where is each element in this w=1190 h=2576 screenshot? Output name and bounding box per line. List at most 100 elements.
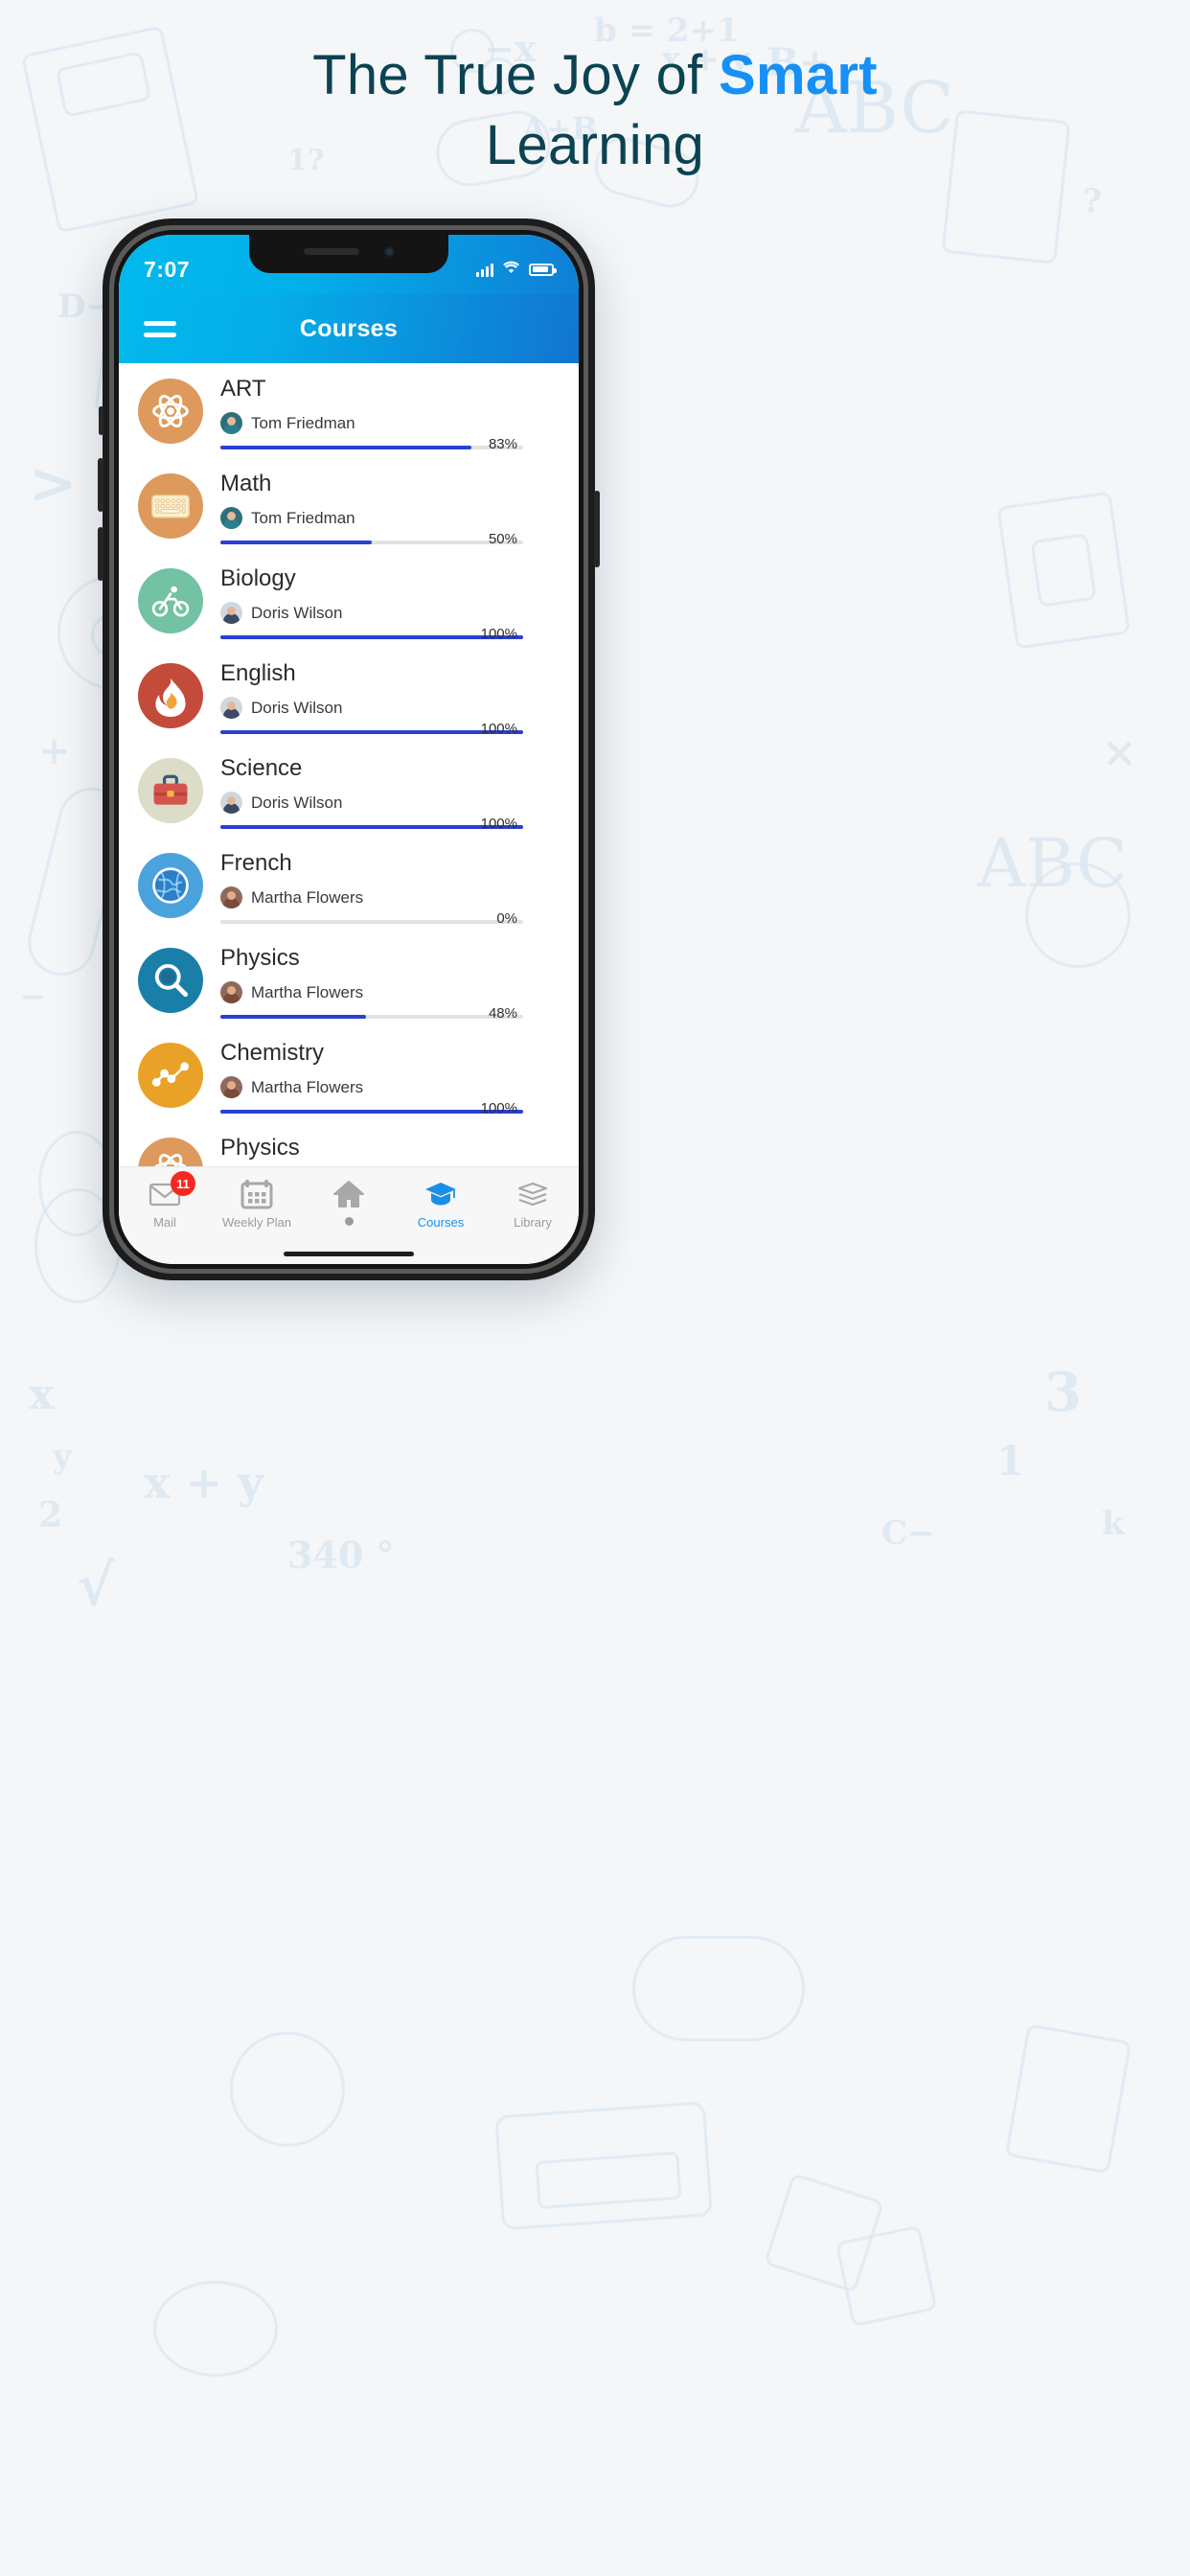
teacher-row: Doris Wilson [220, 602, 571, 625]
battery-icon [529, 263, 557, 276]
front-camera [383, 245, 395, 257]
progress-track: 0% [220, 910, 523, 927]
progress-percent: 50% [488, 531, 517, 547]
globe-icon [138, 853, 203, 918]
signal-bars-icon [476, 263, 493, 277]
course-row[interactable]: Math Tom Friedman 50% [119, 458, 579, 553]
page-title: Courses [299, 314, 399, 342]
avatar [220, 697, 242, 720]
teacher-row: Tom Friedman [220, 507, 571, 530]
progress-fill [220, 1015, 366, 1019]
home-icon [332, 1179, 365, 1209]
app-header: Courses [119, 294, 579, 363]
course-name: Physics [220, 945, 300, 971]
graduation-cap-icon [424, 1179, 457, 1209]
headline-accent-word: Smart [718, 44, 878, 106]
tab-home[interactable] [303, 1179, 395, 1226]
progress-percent: 100% [480, 721, 517, 737]
headline-line2: Learning [485, 114, 705, 177]
tab-library[interactable]: Library [487, 1179, 579, 1230]
briefcase-icon [138, 758, 203, 823]
avatar [220, 886, 242, 909]
tab-label: Mail [153, 1215, 176, 1230]
course-name: Physics [220, 1135, 300, 1161]
avatar [220, 1076, 242, 1099]
course-info: Math Tom Friedman [203, 470, 579, 530]
course-info: Physics Doris Wilson [203, 1134, 579, 1166]
course-info: French Martha Flowers [203, 849, 579, 909]
tab-weekly-plan[interactable]: Weekly Plan [211, 1179, 303, 1230]
teacher-name: Tom Friedman [251, 413, 355, 432]
course-info: English Doris Wilson [203, 659, 579, 720]
course-info: Physics Martha Flowers [203, 944, 579, 1004]
progress-percent: 100% [480, 626, 517, 642]
progress-track: 100% [220, 721, 523, 737]
tab-label: Weekly Plan [221, 1215, 291, 1230]
books-icon [516, 1179, 549, 1209]
status-time: 7:07 [144, 256, 191, 282]
course-row[interactable]: English Doris Wilson 100% [119, 648, 579, 743]
teacher-name: Martha Flowers [251, 1077, 364, 1096]
course-name: English [220, 660, 296, 686]
course-row[interactable]: French Martha Flowers 0% [119, 838, 579, 932]
avatar [220, 792, 242, 815]
teacher-row: Martha Flowers [220, 1076, 571, 1099]
home-indicator-dot [344, 1217, 354, 1226]
progress-percent: 100% [480, 1100, 517, 1116]
course-name: ART [220, 376, 266, 402]
course-info: ART Tom Friedman [203, 375, 579, 435]
progress-percent: 83% [488, 436, 517, 452]
course-row[interactable]: Physics Doris Wilson 100% [119, 1122, 579, 1166]
teacher-row: Doris Wilson [220, 792, 571, 815]
progress-track: 50% [220, 531, 523, 547]
phone-mute-switch[interactable] [99, 406, 103, 435]
hamburger-menu-icon[interactable] [144, 314, 176, 344]
headline-line1-pre: The True Joy of [312, 44, 719, 106]
progress-percent: 48% [488, 1005, 517, 1022]
earpiece-speaker [303, 247, 359, 255]
teacher-name: Martha Flowers [251, 887, 364, 907]
phone-screen: 7:07 Courses ART Tom Friedman 83% Math T… [119, 235, 579, 1264]
course-name: Biology [220, 565, 296, 591]
course-list[interactable]: ART Tom Friedman 83% Math Tom Friedman 5… [119, 363, 579, 1166]
phone-power-button[interactable] [594, 491, 600, 567]
course-name: Math [220, 471, 272, 496]
progress-fill [220, 446, 472, 449]
atom-icon [138, 1138, 203, 1166]
home-indicator [284, 1252, 414, 1256]
bottom-tab-bar[interactable]: 11 Mail Weekly Plan Courses Library [119, 1166, 579, 1264]
progress-track: 48% [220, 1005, 523, 1022]
course-row[interactable]: Biology Doris Wilson 100% [119, 553, 579, 648]
course-info: Science Doris Wilson [203, 754, 579, 815]
teacher-row: Martha Flowers [220, 886, 571, 909]
progress-track: 100% [220, 626, 523, 642]
course-name: Chemistry [220, 1040, 325, 1066]
course-row[interactable]: ART Tom Friedman 83% [119, 363, 579, 458]
calendar-icon [240, 1179, 273, 1209]
flame-icon [138, 663, 203, 728]
phone-volume-up-button[interactable] [98, 458, 103, 512]
course-name: French [220, 850, 292, 876]
phone-volume-down-button[interactable] [98, 527, 103, 581]
avatar [220, 412, 242, 435]
course-row[interactable]: Chemistry Martha Flowers 100% [119, 1027, 579, 1122]
status-icons [476, 250, 557, 279]
wifi-icon [502, 260, 520, 279]
teacher-row: Tom Friedman [220, 412, 571, 435]
phone-mockup: 7:07 Courses ART Tom Friedman 83% Math T… [98, 218, 600, 1280]
course-info: Chemistry Martha Flowers [203, 1039, 579, 1099]
teacher-name: Doris Wilson [251, 793, 343, 812]
avatar [220, 602, 242, 625]
tab-courses[interactable]: Courses [395, 1179, 487, 1230]
teacher-row: Martha Flowers [220, 981, 571, 1004]
progress-percent: 100% [480, 816, 517, 832]
course-name: Science [220, 755, 303, 781]
progress-track: 100% [220, 816, 523, 832]
course-row[interactable]: Physics Martha Flowers 48% [119, 932, 579, 1027]
tab-mail[interactable]: 11 Mail [119, 1171, 211, 1230]
keyboard-icon [138, 473, 203, 539]
course-row[interactable]: Science Doris Wilson 100% [119, 743, 579, 838]
progress-percent: 0% [496, 910, 517, 927]
atom-icon [138, 379, 203, 444]
tab-label: Courses [417, 1215, 465, 1230]
